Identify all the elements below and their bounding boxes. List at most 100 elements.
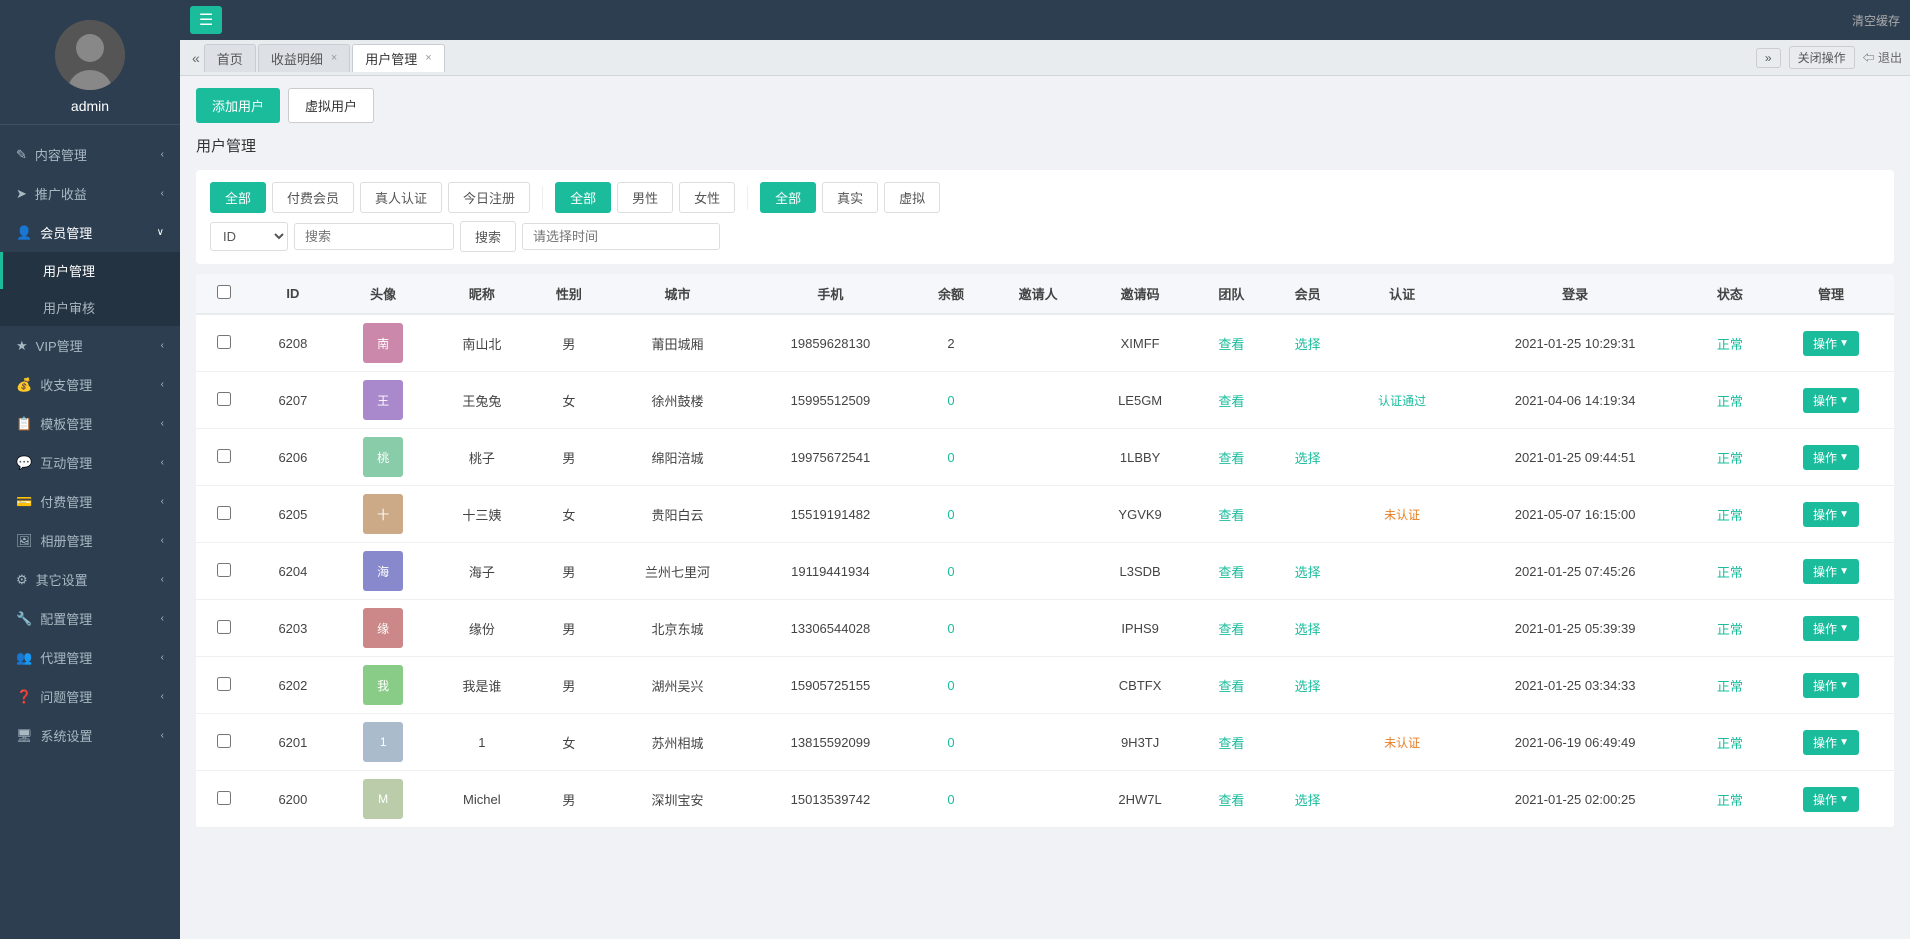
- team-view-link[interactable]: 查看: [1218, 337, 1244, 352]
- row-checkbox[interactable]: [217, 620, 231, 634]
- sidebar-item-agent[interactable]: 👥 代理管理 ‹: [0, 638, 180, 677]
- cell-nickname: 我是谁: [433, 657, 531, 714]
- sidebar-item-member[interactable]: 👤 会员管理 ∨: [0, 213, 180, 252]
- sidebar-item-vip[interactable]: ★ VIP管理 ‹: [0, 326, 180, 365]
- member-select-link[interactable]: 选择: [1295, 451, 1321, 466]
- sidebar-item-finance[interactable]: 💰 收支管理 ‹: [0, 365, 180, 404]
- clear-cache-link[interactable]: 清空缓存: [1852, 12, 1900, 29]
- sidebar-item-config[interactable]: 🔧 配置管理 ‹: [0, 599, 180, 638]
- manage-op-button[interactable]: 操作 ▼: [1803, 787, 1859, 812]
- search-button[interactable]: 搜索: [460, 221, 516, 252]
- sidebar-item-content[interactable]: ✎ 内容管理 ‹: [0, 135, 180, 174]
- member-select-link[interactable]: 选择: [1295, 337, 1321, 352]
- cell-avatar: 1: [333, 714, 432, 771]
- row-checkbox[interactable]: [217, 506, 231, 520]
- filter-male-button[interactable]: 男性: [617, 182, 673, 213]
- team-view-link[interactable]: 查看: [1218, 508, 1244, 523]
- filter-real-button[interactable]: 真实: [822, 182, 878, 213]
- col-avatar: 头像: [333, 274, 432, 314]
- tab-user-mgmt[interactable]: 用户管理 ×: [352, 44, 444, 72]
- manage-op-button[interactable]: 操作 ▼: [1803, 673, 1859, 698]
- cell-city: 徐州鼓楼: [607, 372, 748, 429]
- filter-female-button[interactable]: 女性: [679, 182, 735, 213]
- search-input[interactable]: [294, 223, 454, 250]
- cell-auth: 未认证: [1346, 714, 1459, 771]
- team-view-link[interactable]: 查看: [1218, 451, 1244, 466]
- interact-icon: 💬: [16, 455, 32, 471]
- row-checkbox[interactable]: [217, 392, 231, 406]
- filter-all-type-button[interactable]: 全部: [760, 182, 816, 213]
- table-header-row: ID 头像 昵称 性别 城市 手机 余额 邀请人 邀请码 团队 会员 认证 登录…: [196, 274, 1894, 314]
- manage-op-button[interactable]: 操作 ▼: [1803, 616, 1859, 641]
- manage-op-button[interactable]: 操作 ▼: [1803, 445, 1859, 470]
- filter-verified-button[interactable]: 真人认证: [360, 182, 442, 213]
- hamburger-icon: ☰: [199, 10, 213, 30]
- cell-login: 2021-05-07 16:15:00: [1458, 486, 1691, 543]
- cell-auth: [1346, 429, 1459, 486]
- search-field-select[interactable]: ID 昵称 手机 邀请码: [210, 222, 288, 251]
- sidebar-submenu-member: 用户管理 用户审核: [0, 252, 180, 326]
- cell-inviter: [989, 657, 1087, 714]
- sidebar-item-user-manage[interactable]: 用户管理: [0, 252, 180, 289]
- team-view-link[interactable]: 查看: [1218, 394, 1244, 409]
- team-view-link[interactable]: 查看: [1218, 565, 1244, 580]
- tab-income-close[interactable]: ×: [331, 52, 337, 64]
- manage-op-button[interactable]: 操作 ▼: [1803, 388, 1859, 413]
- virtual-user-button[interactable]: 虚拟用户: [288, 88, 374, 123]
- sidebar-item-payment[interactable]: 💳 付费管理 ‹: [0, 482, 180, 521]
- cell-phone: 13815592099: [748, 714, 913, 771]
- manage-op-button[interactable]: 操作 ▼: [1803, 502, 1859, 527]
- tabs-next-button[interactable]: »: [1756, 48, 1781, 68]
- member-select-link[interactable]: 选择: [1295, 565, 1321, 580]
- cell-manage: 操作 ▼: [1768, 771, 1894, 828]
- add-user-button[interactable]: 添加用户: [196, 88, 280, 123]
- team-view-link[interactable]: 查看: [1218, 679, 1244, 694]
- sidebar-item-question[interactable]: ❓ 问题管理 ‹: [0, 677, 180, 716]
- cell-invite-code: 2HW7L: [1087, 771, 1193, 828]
- member-select-link[interactable]: 选择: [1295, 793, 1321, 808]
- sidebar-item-promote[interactable]: ➤ 推广收益 ‹: [0, 174, 180, 213]
- chevron-icon: ‹: [161, 691, 164, 702]
- manage-op-button[interactable]: 操作 ▼: [1803, 331, 1859, 356]
- filter-paid-button[interactable]: 付费会员: [272, 182, 354, 213]
- row-checkbox[interactable]: [217, 791, 231, 805]
- member-select-link[interactable]: 选择: [1295, 679, 1321, 694]
- select-all-checkbox[interactable]: [217, 285, 231, 299]
- cell-phone: 13306544028: [748, 600, 913, 657]
- cell-team: 查看: [1193, 372, 1269, 429]
- sidebar-item-interact[interactable]: 💬 互动管理 ‹: [0, 443, 180, 482]
- tab-home[interactable]: 首页: [204, 44, 256, 72]
- row-checkbox[interactable]: [217, 734, 231, 748]
- sidebar-item-system[interactable]: 🖥 系统设置 ‹: [0, 716, 180, 755]
- member-select-link[interactable]: 选择: [1295, 622, 1321, 637]
- tab-user-mgmt-close[interactable]: ×: [425, 52, 431, 64]
- sidebar-item-album[interactable]: 🖼 相册管理 ‹: [0, 521, 180, 560]
- cell-gender: 男: [531, 429, 607, 486]
- team-view-link[interactable]: 查看: [1218, 736, 1244, 751]
- manage-op-button[interactable]: 操作 ▼: [1803, 559, 1859, 584]
- cell-nickname: 缘份: [433, 600, 531, 657]
- team-view-link[interactable]: 查看: [1218, 793, 1244, 808]
- tabs-prev-button[interactable]: «: [188, 48, 204, 68]
- filter-all-button[interactable]: 全部: [210, 182, 266, 213]
- menu-toggle-button[interactable]: ☰: [190, 6, 222, 34]
- status-badge: 正常: [1717, 622, 1743, 637]
- sidebar-item-template[interactable]: 📋 模板管理 ‹: [0, 404, 180, 443]
- row-checkbox[interactable]: [217, 677, 231, 691]
- logout-link[interactable]: ⇦ 退出: [1863, 49, 1902, 66]
- close-ops-button[interactable]: 关闭操作: [1789, 46, 1855, 69]
- cell-city: 莆田城厢: [607, 314, 748, 372]
- date-picker-input[interactable]: [522, 223, 720, 250]
- tab-income[interactable]: 收益明细 ×: [258, 44, 350, 72]
- team-view-link[interactable]: 查看: [1218, 622, 1244, 637]
- row-checkbox[interactable]: [217, 335, 231, 349]
- topbar-right: 清空缓存: [1852, 12, 1900, 29]
- manage-op-button[interactable]: 操作 ▼: [1803, 730, 1859, 755]
- sidebar-item-user-audit[interactable]: 用户审核: [0, 289, 180, 326]
- sidebar-item-other[interactable]: ⚙ 其它设置 ‹: [0, 560, 180, 599]
- row-checkbox[interactable]: [217, 449, 231, 463]
- filter-today-button[interactable]: 今日注册: [448, 182, 530, 213]
- row-checkbox[interactable]: [217, 563, 231, 577]
- filter-virtual-button[interactable]: 虚拟: [884, 182, 940, 213]
- filter-all-gender-button[interactable]: 全部: [555, 182, 611, 213]
